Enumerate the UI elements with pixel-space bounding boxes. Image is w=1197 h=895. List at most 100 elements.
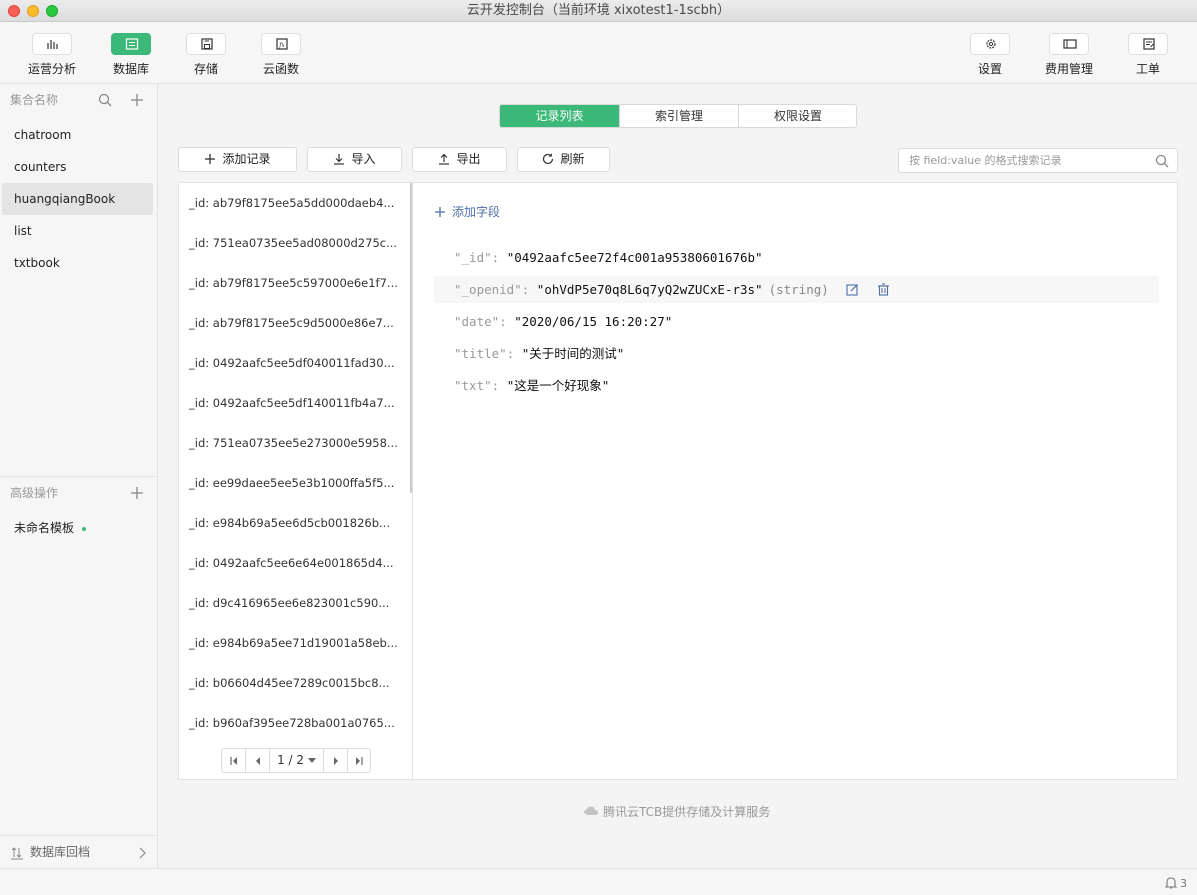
prev-page-icon bbox=[255, 757, 260, 765]
add-record-button[interactable]: 添加记录 bbox=[178, 147, 297, 172]
pagination: 1 / 2 bbox=[221, 748, 371, 773]
plus-icon bbox=[435, 207, 445, 217]
advanced-template-item[interactable]: 未命名模板 bbox=[2, 512, 153, 544]
record-list-item[interactable]: _id: ab79f8175ee5c9d5000e86e7... bbox=[189, 303, 399, 343]
search-icon[interactable] bbox=[98, 93, 112, 107]
field-row[interactable]: "_id": "0492aafc5ee72f4c001a95380601676b… bbox=[434, 244, 1159, 271]
add-template-icon[interactable] bbox=[130, 486, 144, 500]
last-page-button[interactable] bbox=[348, 749, 370, 772]
field-row[interactable]: "title": "关于时间的测试" bbox=[434, 340, 1159, 367]
record-list-item[interactable]: _id: 0492aafc5ee6e64e001865d4... bbox=[189, 543, 399, 583]
next-page-button[interactable] bbox=[324, 749, 348, 772]
toolbar-billing-label: 费用管理 bbox=[1044, 62, 1093, 76]
toolbar-ticket[interactable]: 工单 bbox=[1113, 33, 1183, 77]
collection-item[interactable]: list bbox=[2, 215, 153, 247]
chevron-right-icon bbox=[139, 847, 146, 859]
collection-item[interactable]: counters bbox=[2, 151, 153, 183]
record-search-input[interactable] bbox=[899, 149, 1139, 172]
toolbar-database[interactable]: 数据库 bbox=[96, 33, 166, 77]
gear-icon bbox=[986, 39, 996, 49]
record-list-item[interactable]: _id: d9c416965ee6e823001c590... bbox=[189, 583, 399, 623]
records-panel: _id: ab79f8175ee5a5dd000daeb4... _id: 75… bbox=[178, 182, 1178, 780]
toolbar-analytics[interactable]: 运营分析 bbox=[17, 33, 87, 77]
bell-icon bbox=[1164, 877, 1177, 889]
toolbar-ticket-button[interactable] bbox=[1128, 33, 1168, 55]
download-icon bbox=[334, 154, 345, 165]
import-label: 导入 bbox=[351, 152, 376, 166]
toolbar-settings[interactable]: 设置 bbox=[955, 33, 1025, 77]
minimize-window-button[interactable] bbox=[27, 5, 39, 17]
window-titlebar: 云开发控制台（当前环境 xixotest1-1scbh） bbox=[0, 0, 1197, 22]
record-list-item[interactable]: _id: 0492aafc5ee5df140011fb4a7... bbox=[189, 383, 399, 423]
field-key: "date" bbox=[454, 314, 500, 329]
toolbar-functions[interactable]: fx 云函数 bbox=[246, 33, 316, 77]
toolbar-database-button[interactable] bbox=[111, 33, 151, 55]
record-list-item[interactable]: _id: b06604d45ee7289c0015bc8... bbox=[189, 663, 399, 703]
field-value: "关于时间的测试" bbox=[521, 346, 625, 361]
record-list-item[interactable]: _id: 0492aafc5ee5df040011fad30... bbox=[189, 343, 399, 383]
page-select[interactable]: 1 / 2 bbox=[270, 749, 324, 772]
database-rollback[interactable]: 数据库回档 bbox=[0, 835, 158, 868]
add-collection-icon[interactable] bbox=[130, 93, 144, 107]
field-key: "txt" bbox=[454, 378, 492, 393]
collection-item[interactable]: chatroom bbox=[2, 119, 153, 151]
toolbar-analytics-label: 运营分析 bbox=[27, 62, 76, 76]
export-button[interactable]: 导出 bbox=[412, 147, 507, 172]
collections-header: 集合名称 bbox=[0, 84, 158, 116]
edit-icon[interactable] bbox=[846, 283, 859, 296]
notifications[interactable]: 3 bbox=[1164, 876, 1187, 890]
record-list-item[interactable]: _id: ee99daee5ee5e3b1000ffa5f5... bbox=[189, 463, 399, 503]
search-icon[interactable] bbox=[1155, 154, 1169, 168]
field-row-hovered[interactable]: "_openid": "ohVdP5e70q8L6q7yQ2wZUCxE-r3s… bbox=[434, 276, 1159, 303]
record-list-item[interactable]: _id: e984b69a5ee71d19001a58eb... bbox=[189, 623, 399, 663]
toolbar-database-label: 数据库 bbox=[112, 62, 149, 76]
tab-permissions[interactable]: 权限设置 bbox=[739, 105, 856, 127]
toolbar-functions-label: 云函数 bbox=[262, 62, 299, 76]
refresh-label: 刷新 bbox=[560, 152, 585, 166]
field-row[interactable]: "txt": "这是一个好现象" bbox=[434, 372, 1159, 399]
first-page-button[interactable] bbox=[222, 749, 246, 772]
view-tabs: 记录列表 索引管理 权限设置 bbox=[499, 104, 857, 128]
record-list-item[interactable]: _id: ab79f8175ee5a5dd000daeb4... bbox=[189, 183, 399, 223]
field-key: "title" bbox=[454, 346, 507, 361]
collections-header-label: 集合名称 bbox=[10, 93, 59, 107]
toolbar-storage-label: 存储 bbox=[193, 62, 218, 76]
collection-item[interactable]: txtbook bbox=[2, 247, 153, 279]
toolbar-settings-button[interactable] bbox=[970, 33, 1010, 55]
export-label: 导出 bbox=[456, 152, 481, 166]
import-button[interactable]: 导入 bbox=[307, 147, 402, 172]
record-list-item[interactable]: _id: e984b69a5ee6d5cb001826b... bbox=[189, 503, 399, 543]
maximize-window-button[interactable] bbox=[46, 5, 58, 17]
record-list-item[interactable]: _id: ab79f8175ee5c597000e6e1f7... bbox=[189, 263, 399, 303]
sort-arrows-icon bbox=[11, 847, 23, 860]
database-icon bbox=[125, 38, 139, 50]
record-list-item[interactable]: _id: 751ea0735ee5ad08000d275c... bbox=[189, 223, 399, 263]
field-type: (string) bbox=[768, 282, 829, 297]
page-indicator: 1 / 2 bbox=[277, 753, 305, 767]
toolbar-storage-button[interactable] bbox=[186, 33, 226, 55]
record-list-item[interactable]: _id: b960af395ee728ba001a0765... bbox=[189, 703, 399, 743]
record-list-item[interactable]: _id: 751ea0735ee5e273000e5958... bbox=[189, 423, 399, 463]
toolbar-billing-button[interactable] bbox=[1049, 33, 1089, 55]
toolbar-analytics-button[interactable] bbox=[32, 33, 72, 55]
tab-indexes[interactable]: 索引管理 bbox=[620, 105, 738, 127]
collection-item-selected[interactable]: huangqiangBook bbox=[2, 183, 153, 215]
trash-icon[interactable] bbox=[877, 283, 890, 296]
close-window-button[interactable] bbox=[8, 5, 20, 17]
add-record-label: 添加记录 bbox=[222, 152, 271, 166]
toolbar-billing[interactable]: 费用管理 bbox=[1034, 33, 1104, 77]
svg-text:fx: fx bbox=[278, 42, 285, 49]
toolbar-storage[interactable]: 存储 bbox=[171, 33, 241, 77]
toolbar-functions-button[interactable]: fx bbox=[261, 33, 301, 55]
status-dot bbox=[82, 526, 87, 531]
refresh-button[interactable]: 刷新 bbox=[517, 147, 610, 172]
prev-page-button[interactable] bbox=[246, 749, 270, 772]
field-row[interactable]: "date": "2020/06/15 16:20:27" bbox=[434, 308, 1159, 335]
add-field-button[interactable]: 添加字段 bbox=[434, 203, 500, 220]
record-list: _id: ab79f8175ee5a5dd000daeb4... _id: 75… bbox=[179, 183, 413, 779]
tab-records[interactable]: 记录列表 bbox=[500, 105, 619, 127]
field-value: "这是一个好现象" bbox=[506, 378, 610, 393]
footer-note-text: 腾讯云TCB提供存储及计算服务 bbox=[603, 805, 771, 819]
record-search bbox=[898, 148, 1178, 173]
record-list-scrollbar[interactable] bbox=[410, 183, 412, 493]
